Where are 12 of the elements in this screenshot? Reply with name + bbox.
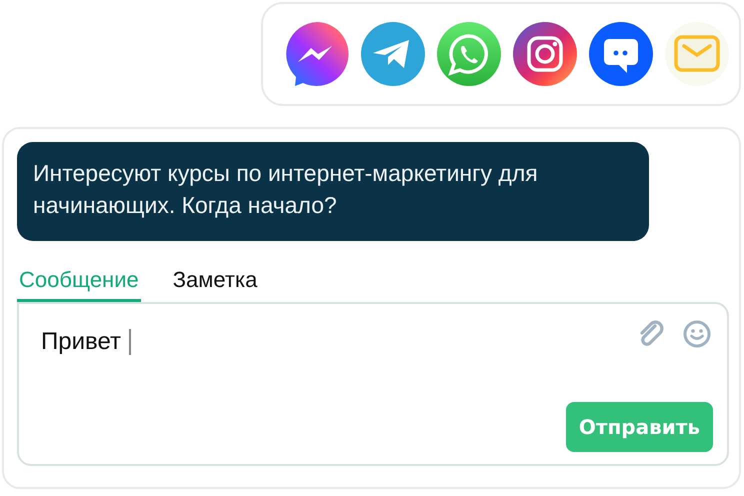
phone-bubble-icon[interactable] bbox=[437, 22, 501, 86]
tab[interactable]: Заметка bbox=[170, 261, 260, 302]
paper-plane-icon[interactable] bbox=[361, 22, 425, 86]
smiley-icon[interactable] bbox=[681, 318, 713, 350]
lightning-bubble-icon[interactable] bbox=[285, 22, 349, 86]
camera-icon[interactable] bbox=[513, 22, 577, 86]
envelope-icon[interactable] bbox=[665, 22, 729, 86]
text-cursor bbox=[129, 329, 132, 355]
chat-bubble-icon[interactable] bbox=[589, 22, 653, 86]
typed-text: Привет bbox=[41, 328, 122, 356]
message-field[interactable]: Привет Отправить bbox=[17, 302, 729, 466]
message-bubble: Интересуют курсы по интернет-маркетингу для начинающих. Когда начало? bbox=[17, 142, 649, 241]
